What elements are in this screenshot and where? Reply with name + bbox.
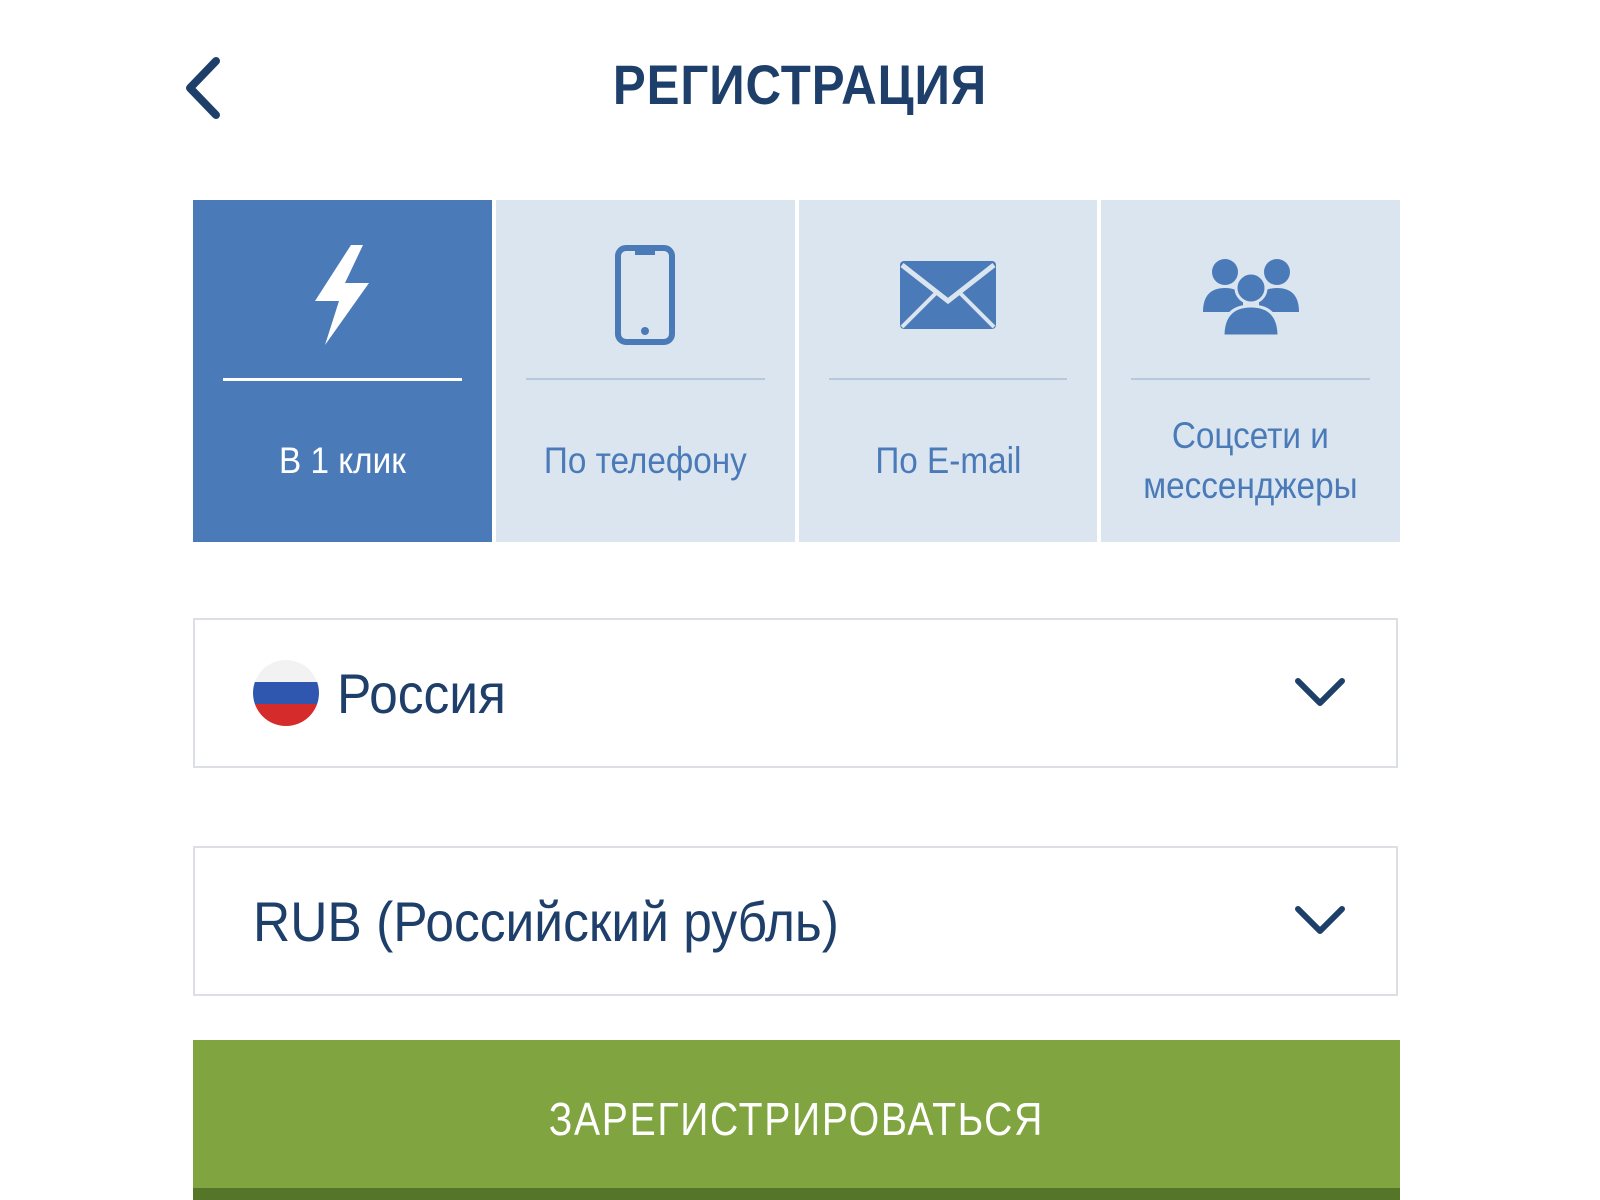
- tab-email[interactable]: По E-mail: [798, 200, 1098, 542]
- tab-label: По E-mail: [874, 440, 1021, 481]
- tab-social[interactable]: Соцсети и мессенджеры: [1101, 200, 1400, 542]
- currency-select[interactable]: RUB (Российский рубль): [193, 846, 1398, 996]
- register-button[interactable]: ЗАРЕГИСТРИРОВАТЬСЯ: [193, 1040, 1400, 1200]
- chevron-down-icon: [1295, 906, 1345, 934]
- country-value: Россия: [337, 661, 506, 725]
- tab-label: В 1 клик: [278, 440, 406, 481]
- tab-label: Соцсети и мессенджеры: [1143, 415, 1358, 506]
- tab-label: По телефону: [543, 440, 747, 481]
- registration-method-tabs: В 1 клик По телефону По E-mail Соцсети и…: [193, 200, 1400, 542]
- country-select[interactable]: Россия: [193, 618, 1398, 768]
- lightning-icon: [315, 245, 370, 345]
- currency-value: RUB (Российский рубль): [253, 889, 839, 953]
- chevron-down-icon: [1295, 678, 1345, 706]
- register-button-label: ЗАРЕГИСТРИРОВАТЬСЯ: [548, 1093, 1045, 1145]
- tab-one-click[interactable]: В 1 клик: [193, 200, 492, 542]
- users-group-icon: [1202, 259, 1299, 338]
- tab-phone[interactable]: По телефону: [495, 200, 795, 542]
- envelope-icon: [899, 261, 996, 329]
- page-title: РЕГИСТРАЦИЯ: [612, 53, 988, 116]
- smartphone-icon: [615, 245, 676, 345]
- russia-flag-icon: [253, 660, 319, 726]
